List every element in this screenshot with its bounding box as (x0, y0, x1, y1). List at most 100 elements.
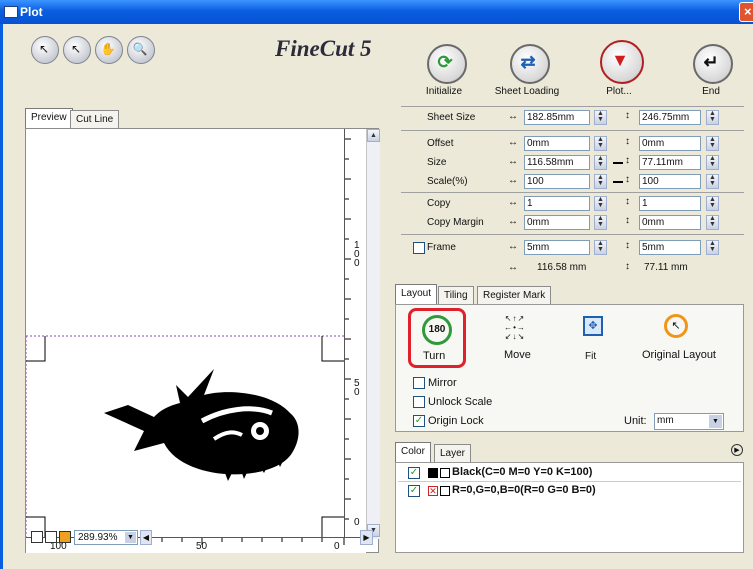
size-height-field[interactable]: 77.11mm (639, 155, 701, 170)
crop-mark-tr (321, 336, 344, 362)
horizontal-arrow-icon: ↔ (508, 156, 518, 167)
ruler-mark-50: 50 (354, 378, 360, 398)
pointer-tool-button[interactable]: ↖ (63, 36, 91, 64)
origin-lock-checkbox[interactable]: ✓ (413, 415, 425, 427)
size-height-stepper[interactable]: ▲ ▼ (706, 155, 719, 170)
black-swatch-icon (428, 468, 438, 478)
none-swatch-icon: ✕ (428, 486, 438, 496)
move-label[interactable]: Move (504, 349, 531, 361)
split-view-icon[interactable] (45, 531, 57, 543)
preview-canvas[interactable]: 100 50 0 ▲ ▼ 100 50 0 (25, 128, 380, 553)
copy-y-field[interactable]: 1 (639, 196, 701, 211)
size-label: Size (427, 157, 447, 168)
sheet-loading-button[interactable]: ⇄ (510, 44, 550, 84)
tab-cut-line[interactable]: Cut Line (70, 110, 120, 129)
initialize-button[interactable]: ⟳ (427, 44, 467, 84)
horizontal-arrow-icon: ↔ (508, 241, 518, 252)
sheet-height-stepper[interactable]: ▲ ▼ (706, 110, 719, 125)
unlock-scale-label: Unlock Scale (428, 396, 493, 408)
tab-color[interactable]: Color (395, 442, 431, 464)
list-item[interactable]: ✓ ✕ R=0,G=0,B=0(R=0 G=0 B=0) (398, 483, 741, 500)
turn-button[interactable]: 180 Turn (408, 308, 466, 368)
copy-margin-label: Copy Margin (427, 217, 484, 228)
sheet-loading-label: Sheet Loading (494, 86, 560, 97)
rotate-icon: 180 (422, 315, 452, 345)
vertical-scrollbar[interactable]: ▲ ▼ (366, 129, 380, 539)
original-layout-icon[interactable]: ↖ (664, 314, 688, 338)
frame-x-stepper[interactable]: ▲ ▼ (594, 240, 607, 255)
total-height-value: 77.11 mm (644, 262, 688, 273)
scale-x-field[interactable]: 100 (524, 174, 590, 189)
initialize-label: Initialize (425, 86, 463, 97)
unlock-scale-checkbox[interactable] (413, 396, 425, 408)
copy-margin-y-field[interactable]: 0mm (639, 215, 701, 230)
sheet-height-field[interactable]: 246.75mm (639, 110, 701, 125)
sheet-width-field[interactable]: 182.85mm (524, 110, 590, 125)
copy-margin-y-stepper[interactable]: ▲ ▼ (706, 215, 719, 230)
copy-x-field[interactable]: 1 (524, 196, 590, 211)
fit-label[interactable]: Fit (585, 351, 596, 362)
ruler-label-50: 50 (196, 541, 208, 552)
scale-y-field[interactable]: 100 (639, 174, 701, 189)
mirror-checkbox[interactable] (413, 377, 425, 389)
tab-layer[interactable]: Layer (434, 444, 472, 463)
play-circle-icon[interactable]: ▶ (731, 444, 743, 456)
vertical-arrow-icon: ↕ (625, 215, 630, 226)
color-checkbox[interactable]: ✓ (408, 467, 420, 479)
original-layout-label[interactable]: Original Layout (642, 349, 716, 361)
fit-view-icon[interactable] (59, 531, 71, 543)
ruler-mark-100: 100 (354, 240, 360, 269)
fit-icon[interactable]: ✥ (583, 316, 603, 336)
plot-button[interactable]: ▼ (600, 40, 644, 84)
separator (401, 192, 744, 193)
size-width-stepper[interactable]: ▲ ▼ (594, 155, 607, 170)
tab-tiling[interactable]: Tiling (438, 286, 474, 305)
unit-label: Unit: (624, 415, 647, 427)
select-tool-button[interactable]: ↖ (31, 36, 59, 64)
copy-margin-x-field[interactable]: 0mm (524, 215, 590, 230)
frame-label: Frame (427, 242, 456, 253)
color-label: R=0,G=0,B=0(R=0 G=0 B=0) (452, 484, 596, 496)
color-checkbox[interactable]: ✓ (408, 485, 420, 497)
hand-tool-button[interactable]: ✋ (95, 36, 123, 64)
vertical-arrow-icon: ↕ (625, 240, 630, 251)
offset-y-stepper[interactable]: ▲ ▼ (706, 136, 719, 151)
vertical-arrow-icon: ↕ (625, 110, 630, 121)
copy-x-stepper[interactable]: ▲ ▼ (594, 196, 607, 211)
offset-x-field[interactable]: 0mm (524, 136, 590, 151)
color-list: ✓ Black(C=0 M=0 Y=0 K=100) ✓ ✕ R=0,G=0,B… (395, 462, 744, 553)
zoom-select[interactable]: 289.93% ▼ (74, 530, 138, 545)
size-width-field[interactable]: 116.58mm (524, 155, 590, 170)
frame-x-field[interactable]: 5mm (524, 240, 590, 255)
scroll-up-arrow[interactable]: ▲ (367, 129, 380, 142)
offset-y-field[interactable]: 0mm (639, 136, 701, 151)
tab-preview[interactable]: Preview (25, 108, 73, 130)
scale-x-stepper[interactable]: ▲ ▼ (594, 174, 607, 189)
sheet-width-stepper[interactable]: ▲ ▼ (594, 110, 607, 125)
offset-x-stepper[interactable]: ▲ ▼ (594, 136, 607, 151)
copy-y-stepper[interactable]: ▲ ▼ (706, 196, 719, 211)
scale-label: Scale(%) (427, 176, 468, 187)
tab-layout[interactable]: Layout (395, 284, 438, 306)
horizontal-arrow-icon: ↔ (508, 197, 518, 208)
crop-mark-tl (26, 336, 46, 362)
copy-margin-x-stepper[interactable]: ▲ ▼ (594, 215, 607, 230)
frame-y-field[interactable]: 5mm (639, 240, 701, 255)
frame-y-stepper[interactable]: ▲ ▼ (706, 240, 719, 255)
zoom-tool-button[interactable]: 🔍 (127, 36, 155, 64)
fish-graphic (104, 369, 299, 481)
scroll-right-arrow[interactable]: ▶ (360, 530, 373, 545)
sheet-size-label: Sheet Size (427, 112, 476, 123)
scroll-left-arrow[interactable]: ◀ (140, 530, 152, 545)
crop-mark-br (321, 516, 344, 537)
scale-y-stepper[interactable]: ▲ ▼ (706, 174, 719, 189)
end-button[interactable]: ↵ (693, 44, 733, 84)
list-item[interactable]: ✓ Black(C=0 M=0 Y=0 K=100) (398, 465, 741, 482)
frame-checkbox[interactable] (413, 242, 425, 254)
tab-register-mark[interactable]: Register Mark (477, 286, 552, 305)
hand-icon: ✋ (100, 42, 116, 56)
close-button[interactable]: × (739, 2, 753, 22)
grid-view-icon[interactable] (31, 531, 43, 543)
unit-select[interactable]: mm ▼ (654, 413, 724, 430)
move-arrows-icon[interactable]: ↖↑↗ ←•→ ↙↓↘ (501, 314, 529, 342)
